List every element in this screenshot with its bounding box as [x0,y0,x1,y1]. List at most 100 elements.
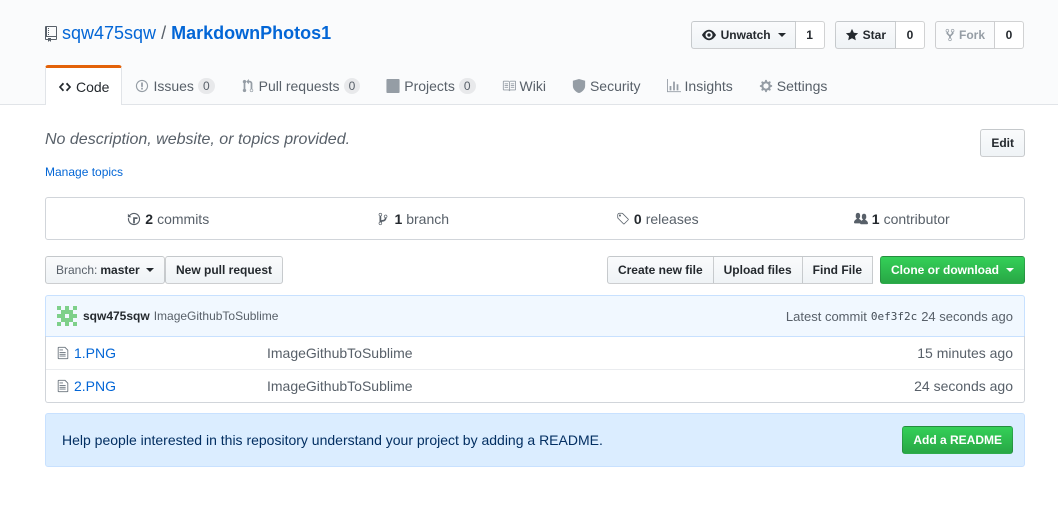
unwatch-label: Unwatch [720,28,771,42]
repo-name-link[interactable]: MarkdownPhotos1 [171,23,331,44]
file-icon [57,379,69,393]
contributors-count: 1 [871,210,880,227]
repo-nav: Code Issues 0 Pull requests 0 Projects 0… [45,65,840,105]
pull-request-icon [242,78,253,92]
project-icon [386,78,400,93]
people-icon [853,212,868,224]
table-row: 1.PNG ImageGithubToSublime 15 minutes ag… [46,336,1024,369]
find-file-button[interactable]: Find File [801,256,873,284]
branch-select-button[interactable]: Branch: master [45,256,165,284]
tab-security[interactable]: Security [559,65,654,105]
chevron-down-icon [777,33,786,37]
releases-link[interactable]: 0 releases [535,198,780,239]
commits-link[interactable]: 2 commits [46,198,291,239]
code-icon [58,82,72,91]
file-navigation: Branch: master New pull request Create n… [45,256,1025,284]
branch-prefix: Branch: [56,263,98,277]
tab-code-label: Code [76,78,110,95]
repo-actions: Unwatch 1 Star 0 Fork 0 [690,21,1024,49]
watch-count[interactable]: 1 [795,21,825,49]
new-pull-request-button[interactable]: New pull request [165,256,284,284]
readme-prompt: Help people interested in this repositor… [45,413,1025,467]
releases-label: releases [645,210,699,227]
file-name-link[interactable]: 1.PNG [74,345,267,361]
history-icon [128,212,141,225]
releases-count: 0 [633,210,642,227]
issues-counter: 0 [197,77,215,94]
commits-count: 2 [145,210,154,227]
file-commit-message-link[interactable]: ImageGithubToSublime [267,378,413,394]
unwatch-button[interactable]: Unwatch [690,21,796,49]
graph-icon [666,78,681,92]
fork-label: Fork [958,28,985,42]
repo-icon [45,25,57,42]
repo-description: No description, website, or topics provi… [45,131,351,148]
file-age: 15 minutes ago [917,344,1013,361]
gear-icon [759,79,772,92]
tab-security-label: Security [589,77,641,94]
commit-age: 24 seconds ago [921,308,1013,324]
edit-description-button[interactable]: Edit [980,129,1025,157]
file-commit-message-link[interactable]: ImageGithubToSublime [267,345,413,361]
tab-wiki-label: Wiki [519,77,546,94]
file-name-link[interactable]: 2.PNG [74,378,267,394]
repo-owner-link[interactable]: sqw475sqw [62,23,156,44]
upload-files-button[interactable]: Upload files [712,256,803,284]
commit-message-link[interactable]: ImageGithubToSublime [154,309,279,323]
avatar[interactable] [57,306,77,326]
tab-settings-label: Settings [776,77,828,94]
numbers-summary: 2 commits 1 branch 0 releases 1 contribu… [45,197,1025,240]
tab-issues[interactable]: Issues 0 [122,65,227,105]
latest-commit-bar: sqw475sqw ImageGithubToSublime Latest co… [45,295,1025,337]
book-icon [502,80,516,91]
fork-group: Fork 0 [934,21,1024,49]
repo-title: sqw475sqw / MarkdownPhotos1 [44,23,331,44]
fork-icon [945,28,955,42]
add-readme-button[interactable]: Add a README [902,426,1013,454]
commit-sha-link[interactable]: 0ef3f2c [871,310,917,323]
create-new-file-button[interactable]: Create new file [606,256,714,284]
tab-issues-label: Issues [153,77,194,94]
projects-counter: 0 [458,77,476,94]
branch-count: 1 [394,210,403,227]
file-actions: Create new file Upload files Find File C… [606,256,1025,284]
tab-settings[interactable]: Settings [746,65,841,105]
tab-projects-label: Projects [404,77,455,94]
star-icon [845,28,858,41]
commit-author-link[interactable]: sqw475sqw [83,309,150,323]
watch-group: Unwatch 1 [690,21,825,49]
manage-topics-link[interactable]: Manage topics [45,165,1025,179]
tag-icon [617,212,629,224]
table-row: 2.PNG ImageGithubToSublime 24 seconds ag… [46,369,1024,402]
fork-count[interactable]: 0 [995,21,1024,49]
star-button[interactable]: Star [834,21,896,49]
tab-insights[interactable]: Insights [654,65,746,105]
tab-insights-label: Insights [684,77,733,94]
tab-projects[interactable]: Projects 0 [373,65,488,105]
chevron-down-icon [145,268,154,272]
branch-name: master [100,263,140,277]
clone-download-button[interactable]: Clone or download [880,256,1025,284]
contributors-link[interactable]: 1 contributor [780,198,1025,239]
star-label: Star [862,28,886,42]
issue-icon [136,79,149,92]
commits-label: commits [157,210,210,227]
file-icon [57,346,69,359]
branch-label: branch [406,210,450,227]
tab-wiki[interactable]: Wiki [489,65,559,105]
shield-icon [572,78,586,93]
tab-pull-requests[interactable]: Pull requests 0 [228,65,374,105]
fork-button[interactable]: Fork [934,21,995,49]
file-age: 24 seconds ago [914,378,1013,394]
tab-code[interactable]: Code [45,65,123,105]
eye-icon [701,29,716,41]
clone-download-label: Clone or download [891,263,999,277]
chevron-down-icon [1006,268,1014,272]
readme-prompt-text: Help people interested in this repositor… [62,432,603,448]
pulls-counter: 0 [343,77,361,94]
star-count[interactable]: 0 [895,21,925,49]
branches-link[interactable]: 1 branch [291,198,536,239]
tab-pull-requests-label: Pull requests [258,77,340,94]
repo-header: sqw475sqw / MarkdownPhotos1 Unwatch 1 St… [0,0,1058,105]
repo-path-separator: / [161,23,167,43]
